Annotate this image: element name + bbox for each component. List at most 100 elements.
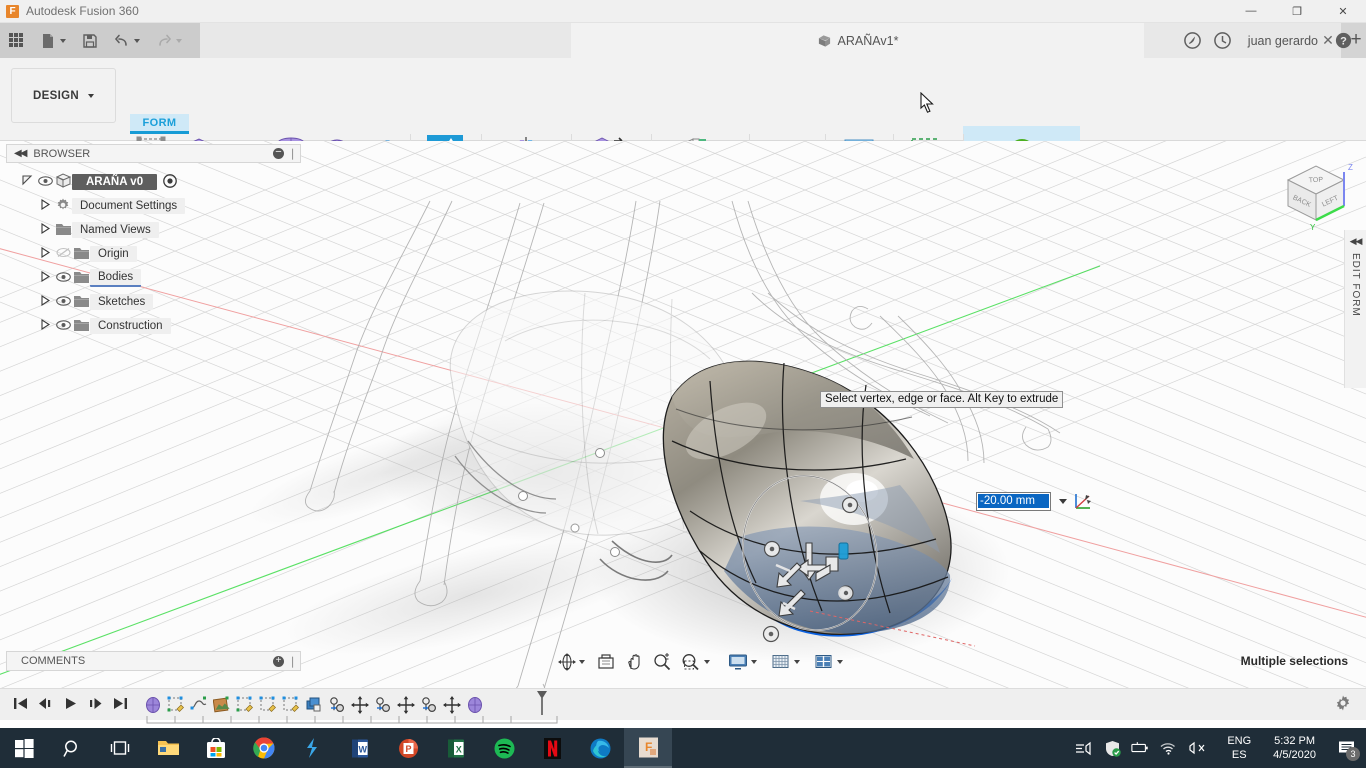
dimension-input[interactable]: -20.00 mm: [976, 492, 1051, 511]
expand-triangle-icon[interactable]: [36, 223, 54, 237]
timeline-feature-sketch-2[interactable]: [235, 695, 255, 715]
workspace-switcher-button[interactable]: DESIGN: [11, 68, 116, 123]
timeline-feature-joint-3[interactable]: [419, 695, 439, 715]
collapse-edit-form-icon[interactable]: ◀◀: [1350, 236, 1362, 247]
volume-button[interactable]: [1187, 741, 1211, 755]
timeline-playhead-marker[interactable]: [536, 690, 548, 716]
minimize-button[interactable]: —: [1228, 0, 1274, 23]
fusion360-taskbar-button[interactable]: F: [624, 728, 672, 768]
timeline-feature-move-2[interactable]: [396, 695, 416, 715]
pan-button[interactable]: [623, 649, 645, 674]
tree-row-root[interactable]: ARAÑA v0: [0, 170, 300, 194]
tree-label-document-settings[interactable]: Document Settings: [72, 198, 185, 214]
edit-form-panel[interactable]: ◀◀ EDIT FORM: [1344, 230, 1366, 388]
timeline-feature-canvas[interactable]: [212, 695, 232, 715]
chevron-down-icon[interactable]: [837, 660, 843, 664]
chevron-down-icon[interactable]: [579, 660, 585, 664]
help-button[interactable]: ?: [1328, 23, 1358, 58]
step-forward-button[interactable]: [87, 696, 104, 714]
chevron-down-icon[interactable]: [794, 660, 800, 664]
save-button[interactable]: [77, 23, 103, 58]
grid-snaps-button[interactable]: [769, 649, 802, 674]
timeline-feature-form-1[interactable]: [143, 695, 163, 715]
dimension-input-group[interactable]: -20.00 mm: [976, 491, 1093, 511]
undo-button[interactable]: [109, 23, 145, 58]
visibility-eye-icon[interactable]: [54, 272, 72, 285]
viewports-button[interactable]: [812, 649, 845, 674]
timeline-feature-sketch-3[interactable]: [258, 695, 278, 715]
edge-button[interactable]: [576, 728, 624, 768]
tree-label-origin[interactable]: Origin: [90, 246, 137, 262]
tree-row-document-settings[interactable]: Document Settings: [0, 194, 300, 218]
notification-center-button[interactable]: 3: [1332, 728, 1362, 768]
battery-button[interactable]: [1131, 741, 1149, 755]
timeline-feature-move-1[interactable]: [350, 695, 370, 715]
username-label[interactable]: juan gerardo: [1238, 34, 1328, 48]
skype-button[interactable]: [288, 728, 336, 768]
timeline-feature-sketch-1[interactable]: [166, 695, 186, 715]
timeline-settings-button[interactable]: [1334, 694, 1352, 715]
go-to-end-button[interactable]: [112, 696, 129, 714]
display-settings-button[interactable]: [726, 649, 759, 674]
comments-panel-header[interactable]: COMMENTS + ❘: [6, 651, 301, 671]
security-button[interactable]: [1103, 740, 1121, 757]
expand-triangle-icon[interactable]: [36, 319, 54, 333]
timeline-feature-spline[interactable]: [189, 695, 209, 715]
timeline-feature-sketch-4[interactable]: [281, 695, 301, 715]
go-to-beginning-button[interactable]: [12, 696, 29, 714]
extensions-button[interactable]: [1178, 23, 1208, 58]
redo-button[interactable]: [151, 23, 187, 58]
activate-component-icon[interactable]: [161, 174, 179, 191]
zoom-button[interactable]: [651, 649, 673, 674]
timeline-feature-joint-2[interactable]: [373, 695, 393, 715]
zoom-window-button[interactable]: [679, 649, 712, 674]
orbit-button[interactable]: [556, 649, 587, 674]
google-chrome-button[interactable]: [240, 728, 288, 768]
microsoft-store-button[interactable]: [192, 728, 240, 768]
tree-row-sketches[interactable]: Sketches: [0, 290, 300, 314]
chevron-down-icon[interactable]: [1059, 499, 1067, 504]
powerpoint-button[interactable]: P: [384, 728, 432, 768]
clock[interactable]: 5:32 PM 4/5/2020: [1267, 734, 1322, 762]
collapse-browser-icon[interactable]: ◀◀: [14, 148, 25, 159]
expand-triangle-icon[interactable]: [36, 247, 54, 261]
step-back-button[interactable]: [37, 696, 54, 714]
file-explorer-button[interactable]: [144, 728, 192, 768]
document-tab[interactable]: ARAÑAv1*: [571, 23, 1144, 58]
tree-row-construction[interactable]: Construction: [0, 314, 300, 338]
dimension-move-icon[interactable]: [1073, 491, 1093, 511]
task-view-button[interactable]: [96, 728, 144, 768]
new-document-button[interactable]: [35, 23, 71, 58]
expand-triangle-icon[interactable]: [36, 199, 54, 213]
timeline-feature-form-2[interactable]: [465, 695, 485, 715]
look-at-button[interactable]: [595, 649, 617, 674]
dimension-value[interactable]: -20.00 mm: [978, 494, 1049, 508]
word-button[interactable]: W: [336, 728, 384, 768]
excel-button[interactable]: X: [432, 728, 480, 768]
tree-label-construction[interactable]: Construction: [90, 318, 171, 334]
tree-label-root[interactable]: ARAÑA v0: [72, 174, 157, 190]
wifi-button[interactable]: [1159, 741, 1177, 755]
timeline-feature-pipe[interactable]: [304, 695, 324, 715]
tree-row-named-views[interactable]: Named Views: [0, 218, 300, 242]
tree-label-bodies[interactable]: Bodies: [90, 269, 141, 287]
language-indicator[interactable]: ENG ES: [1221, 734, 1257, 762]
tree-row-bodies[interactable]: Bodies: [0, 266, 300, 290]
spotify-button[interactable]: [480, 728, 528, 768]
start-button[interactable]: [0, 728, 48, 768]
visibility-eye-icon[interactable]: [54, 296, 72, 309]
search-button[interactable]: [48, 728, 96, 768]
tree-label-sketches[interactable]: Sketches: [90, 294, 153, 310]
netflix-button[interactable]: [528, 728, 576, 768]
hidden-icons-button[interactable]: [1075, 741, 1093, 756]
close-button[interactable]: ✕: [1320, 0, 1366, 23]
visibility-eye-icon[interactable]: [54, 320, 72, 333]
expand-triangle-icon[interactable]: [36, 271, 54, 285]
chevron-down-icon[interactable]: [704, 660, 710, 664]
add-comment-icon[interactable]: +: [273, 656, 284, 667]
maximize-button[interactable]: ❐: [1274, 0, 1320, 23]
play-button[interactable]: [62, 696, 79, 714]
chevron-down-icon[interactable]: [751, 660, 757, 664]
comments-resize-grip[interactable]: ❘: [288, 655, 295, 668]
visibility-eye-off-icon[interactable]: [54, 247, 72, 261]
